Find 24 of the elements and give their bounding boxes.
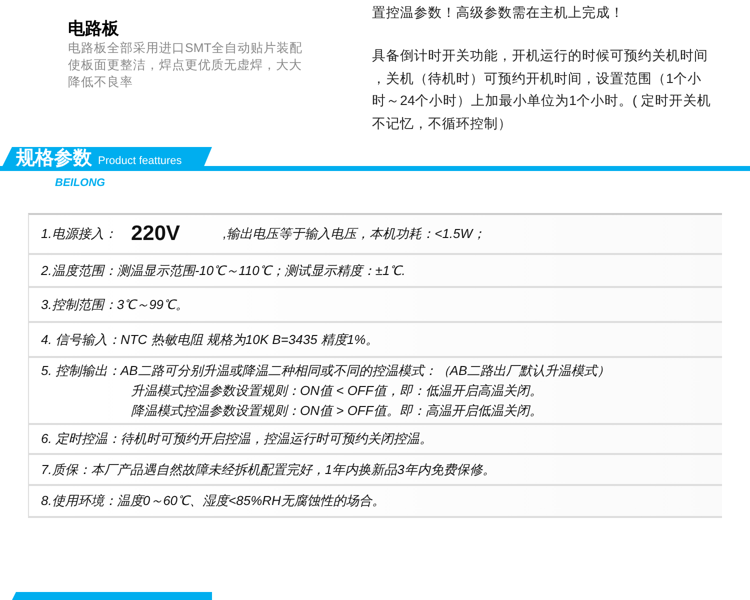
spec-text: 2.温度范围：测温显示范围-10℃～110℃；测试显示精度：±1℃. xyxy=(41,262,406,280)
spec-text: 5. 控制输出：AB二路可分别升温或降温二种相同或不同的控温模式：（AB二路出厂默认升温模式） xyxy=(41,362,612,380)
spec-text: ,输出电压等于输入电压，本机功耗：<1.5W； xyxy=(223,225,486,244)
spec-text: 7.质保：本厂产品遇自然故障未经拆机配置完好，1年内换新品3年内免费保修。 xyxy=(41,460,496,478)
spec-text: 降温模式控温参数设置规则：ON值 > OFF值。即：高温开启低温关闭。 xyxy=(130,402,544,420)
brand-name: BEILONG xyxy=(55,176,106,191)
section-title: 规格参数 xyxy=(16,148,92,170)
description-text: 使板面更整洁，焊点更优质无虚焊，大大 xyxy=(68,57,303,74)
spec-value: 220V xyxy=(131,221,182,248)
paragraph-text: 时～24个小时）上加最小单位为1个小时。( 定时开关机 xyxy=(372,92,712,110)
description-text: 降低不良率 xyxy=(68,74,134,91)
paragraph-text: 具备倒计时开关功能，开机运行的时候可预约关机时间 xyxy=(372,47,709,65)
section-heading: 电路板 xyxy=(68,18,120,40)
spec-text: 4. 信号输入：NTC 热敏电阻 规格为10K B=3435 精度1%。 xyxy=(41,330,380,348)
paragraph-text: 置控温参数！高级参数需在主机上完成！ xyxy=(372,4,625,22)
spec-text: 升温模式控温参数设置规则：ON值 < OFF值，即：低温开启高温关闭。 xyxy=(130,382,544,400)
spec-text: 6. 定时控温：待机时可预约开启控温，控温运行时可预约关闭控温。 xyxy=(41,430,434,448)
spec-text: 3.控制范围：3℃～99℃。 xyxy=(41,296,190,314)
section-subtitle: Product feattures xyxy=(98,154,182,169)
paragraph-text: 不记忆，不循环控制） xyxy=(372,114,513,132)
spec-text: 8.使用环境：温度0～60℃、湿度<85%RH无腐蚀性的场合。 xyxy=(41,492,386,510)
description-text: 电路板全部采用进口SMT全自动贴片装配 xyxy=(68,40,304,57)
spec-label: 1.电源接入： xyxy=(41,225,118,244)
paragraph-text: ，关机（待机时）可预约开机时间，设置范围（1个小 xyxy=(372,70,703,88)
